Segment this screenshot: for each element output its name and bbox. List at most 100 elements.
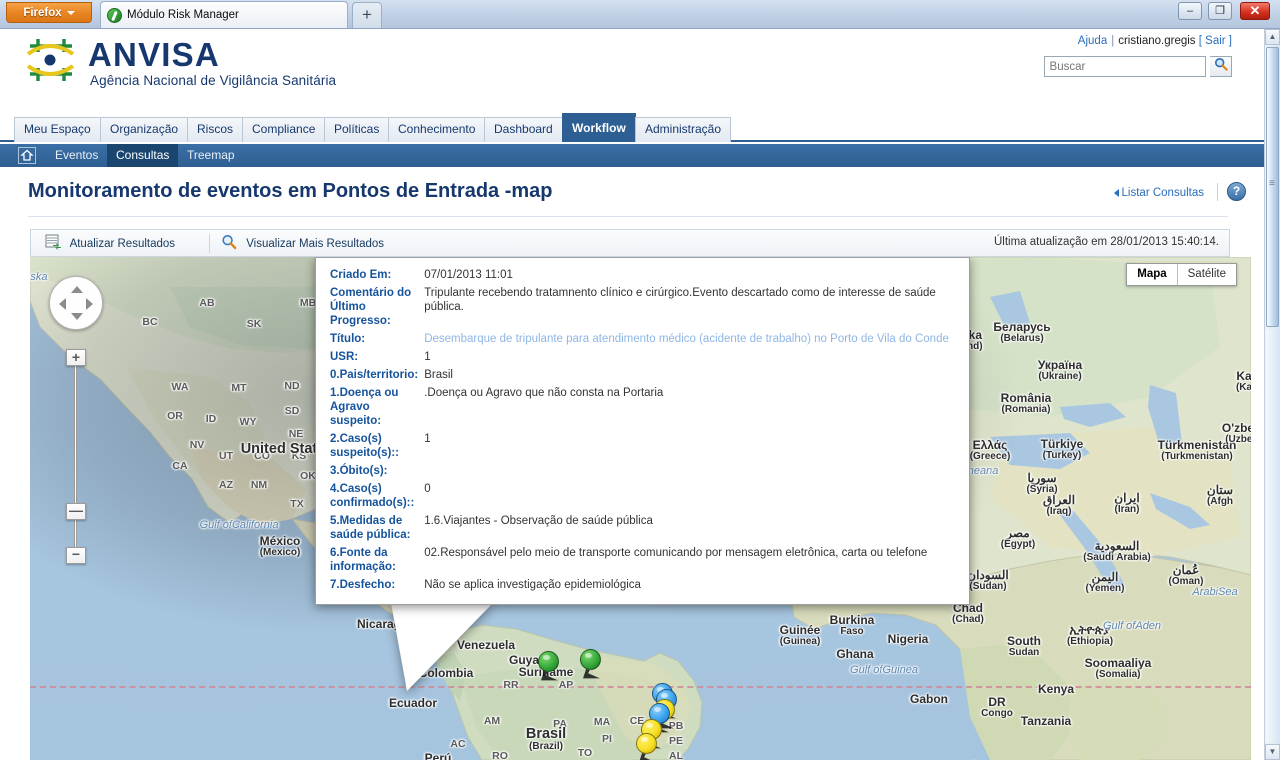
nav-tab-label: Conhecimento [398, 122, 476, 136]
scrollbar-up-arrow[interactable]: ▲ [1265, 29, 1280, 45]
atualizar-resultados-button[interactable]: Atualizar Resultados [45, 234, 175, 254]
window-maximize-button[interactable]: ❐ [1208, 2, 1232, 20]
map-label-native: NM [250, 479, 268, 491]
map-label-tanzania: Tanzania [1021, 715, 1071, 728]
marker-yellow-al[interactable] [636, 733, 658, 760]
map-label-wa: WA [172, 381, 189, 393]
map-label-native: AM [483, 715, 501, 727]
listar-consultas-link[interactable]: Listar Consultas [1113, 187, 1204, 199]
results-toolbar: Atualizar Resultados Visualizar Mais Res… [30, 229, 1230, 257]
new-tab-button[interactable]: + [352, 2, 382, 28]
logout-link[interactable]: [ Sair ] [1199, 35, 1232, 47]
map-label-somaaliya: Soomaaliya (Somalia) [1085, 657, 1152, 680]
home-icon[interactable] [18, 147, 36, 164]
brand-name: ANVISA [88, 36, 220, 73]
zoom-slider-track[interactable] [74, 361, 77, 553]
info-row-label: 1.Doença ou Agravo suspeito: [330, 387, 399, 427]
pan-down-icon[interactable] [71, 313, 83, 320]
map-label-ma: MA [594, 716, 610, 728]
map-label-native: AZ [219, 479, 233, 491]
nav-tab-meu-espa-o[interactable]: Meu Espaço [14, 117, 101, 142]
pan-right-icon[interactable] [86, 298, 93, 310]
map-label-native: Gulf of [199, 519, 232, 531]
map-label-sd: SD [285, 405, 300, 417]
map-label-english: (Oman) [1168, 575, 1204, 587]
scrollbar-thumb[interactable] [1266, 47, 1279, 327]
marker-green-para[interactable] [580, 649, 602, 679]
nav-tab-pol-ticas[interactable]: Políticas [324, 117, 390, 142]
scrollbar-track[interactable] [1266, 329, 1279, 742]
map-label-nm: NM [250, 479, 268, 491]
subnav-item-label: Consultas [116, 148, 170, 162]
info-row: Título: Desembarque de tripulante para at… [316, 330, 969, 348]
map-label--: Беларусь (Belarus) [993, 321, 1050, 344]
window-close-button[interactable]: ✕ [1240, 2, 1270, 20]
marker-head [580, 649, 601, 670]
map-label-mt: MT [231, 382, 247, 394]
map-label--: Україна (Ukraine) [1038, 359, 1082, 382]
nav-tab-riscos[interactable]: Riscos [187, 117, 244, 142]
map-label-m-xico: México (Mexico) [260, 535, 301, 558]
anvisa-logo[interactable]: ANVISA Agência Nacional de Vigilância Sa… [22, 34, 442, 88]
browser-chrome: Firefox Módulo Risk Manager + – ❐ ✕ [0, 0, 1280, 29]
map-label-nigeria: Nigeria [888, 633, 929, 646]
map-label-nd: ND [284, 380, 299, 392]
map-label-ut: UT [219, 450, 233, 462]
nav-tab-workflow[interactable]: Workflow [562, 113, 636, 142]
map-label-nv: NV [189, 439, 205, 451]
map-type-mapa[interactable]: Mapa [1127, 264, 1176, 285]
map-label-native: Україна [1037, 358, 1083, 372]
nav-tab-organiza-o[interactable]: Organização [100, 117, 189, 142]
zoom-slider-handle[interactable]: — [66, 503, 86, 520]
info-row: Comentário do Último Progresso: Tripulant… [316, 284, 969, 330]
nav-tab-compliance[interactable]: Compliance [242, 117, 326, 142]
map-label-native: Türkiye [1040, 437, 1084, 451]
pan-control[interactable] [49, 276, 103, 330]
map-label-native: DR [988, 695, 1006, 709]
info-row-value: 02.Responsável pelo meio de transporte c… [424, 547, 928, 559]
info-window[interactable]: Criado Em: 07/01/2013 11:01 Comentário do … [315, 257, 970, 605]
help-badge-icon[interactable]: ? [1227, 182, 1246, 201]
search-button[interactable] [1210, 56, 1232, 77]
scrollbar-down-arrow[interactable]: ▼ [1265, 744, 1280, 760]
anvisa-symbol-icon [26, 39, 75, 81]
map-label-native: MT [231, 382, 247, 394]
subnav-item-consultas[interactable]: Consultas [107, 144, 179, 167]
map-label-native: O'zbeki [1221, 421, 1251, 435]
search-input[interactable] [1043, 56, 1206, 77]
visualizar-mais-resultados-button[interactable]: Visualizar Mais Resultados [221, 234, 384, 254]
browser-tab[interactable]: Módulo Risk Manager [100, 1, 348, 28]
nav-tab-conhecimento[interactable]: Conhecimento [388, 117, 486, 142]
subnav-item-eventos[interactable]: Eventos [46, 144, 107, 167]
map-label-native: TX [290, 498, 304, 510]
map-label-native: NV [189, 439, 205, 451]
map-label-native: Gulf of [850, 664, 883, 676]
nav-tab-label: Dashboard [494, 122, 553, 136]
info-row-value[interactable]: Desembarque de tripulante para atendimen… [424, 330, 969, 348]
map-label-kenya: Kenya [1038, 683, 1074, 696]
zoom-in-button[interactable]: + [66, 349, 86, 366]
firefox-menu-button[interactable]: Firefox [6, 2, 92, 23]
zoom-out-button[interactable]: − [66, 547, 86, 564]
nav-tab-label: Meu Espaço [24, 122, 91, 136]
pan-up-icon[interactable] [71, 286, 83, 293]
map-label-english: (Ka [1235, 381, 1251, 393]
help-link[interactable]: Ajuda [1078, 35, 1107, 47]
marker-green-amapa[interactable] [538, 651, 560, 681]
vertical-scrollbar[interactable]: ▲ ▼ [1264, 29, 1280, 760]
map-container[interactable]: CanadaBCABSKMBWAORIDMTNDSDWYNVUTCONEKSCA… [30, 257, 1251, 760]
zoom-control[interactable]: + — − [64, 349, 88, 564]
window-minimize-button[interactable]: – [1178, 2, 1202, 20]
map-type-satlite[interactable]: Satélite [1176, 264, 1236, 285]
pan-left-icon[interactable] [59, 298, 66, 310]
info-row-value: 1.6.Viajantes - Observação de saúde públ… [424, 515, 653, 527]
map-label-native: Brasil [525, 726, 567, 742]
info-row-value-link[interactable]: Desembarque de tripulante para atendimen… [424, 333, 949, 345]
map-label-native: BC [142, 316, 158, 328]
nav-tab-dashboard[interactable]: Dashboard [484, 117, 563, 142]
nav-tab-administra-o[interactable]: Administração [635, 117, 732, 142]
info-window-table: Criado Em: 07/01/2013 11:01 Comentário do … [316, 266, 969, 594]
page-content: ANVISA Agência Nacional de Vigilância Sa… [0, 29, 1280, 760]
map-label-iraq: العراق (Iraq) [1043, 494, 1075, 517]
subnav-item-treemap[interactable]: Treemap [178, 144, 244, 167]
